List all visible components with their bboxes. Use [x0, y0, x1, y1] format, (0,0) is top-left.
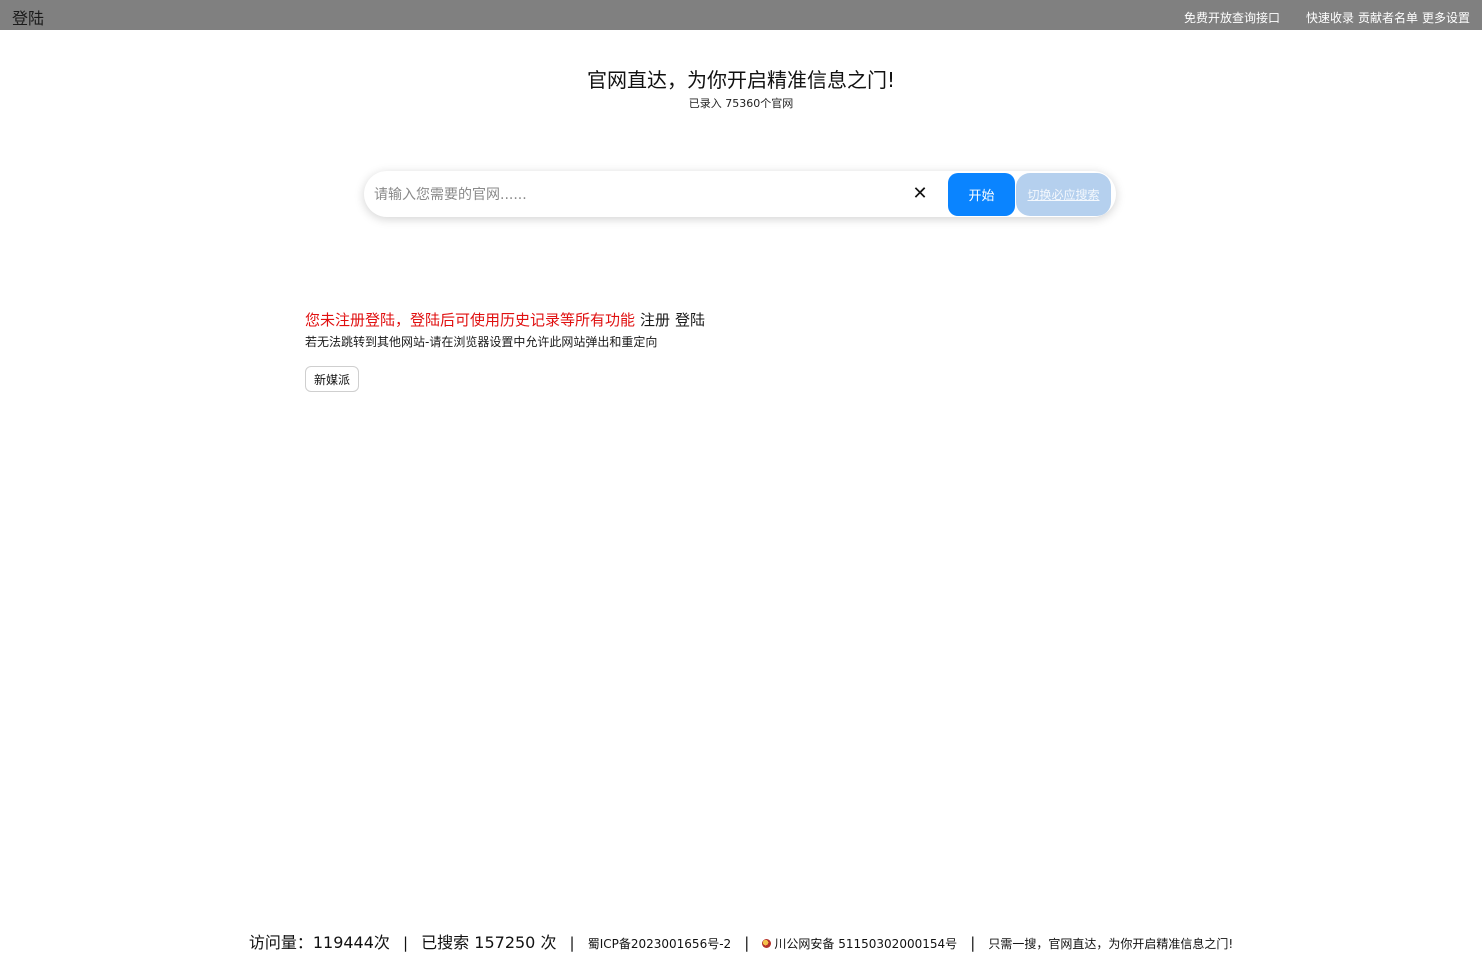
login-notice: 您未注册登陆，登陆后可使用历史记录等所有功能 注册 登陆	[305, 309, 705, 330]
search-bar: ✕ 开始 切换必应搜索	[364, 171, 1116, 217]
site-count: 已录入 75360个官网	[688, 97, 794, 110]
police-badge-icon	[762, 939, 772, 948]
top-bar: 登陆 免费开放查询接口 快速收录 贡献者名单 更多设置	[0, 0, 1482, 30]
search-input[interactable]	[372, 179, 896, 211]
searched-count: 157250 次	[474, 933, 557, 952]
quick-submit-link[interactable]: 快速收录	[1306, 11, 1354, 25]
switch-bing-button[interactable]: 切换必应搜索	[1016, 173, 1111, 216]
redirect-hint: 若无法跳转到其他网站-请在浏览器设置中允许此网站弹出和重定向	[305, 335, 658, 349]
history-tag-button[interactable]: 新媒派	[305, 366, 360, 392]
footer-divider: |	[569, 934, 575, 952]
footer-divider: |	[970, 934, 976, 952]
footer-divider: |	[744, 934, 750, 952]
notice-login-link[interactable]: 登陆	[675, 311, 705, 329]
login-warning: 您未注册登陆，登陆后可使用历史记录等所有功能	[305, 311, 636, 329]
register-link[interactable]: 注册	[640, 311, 670, 329]
page-title: 官网直达，为你开启精准信息之门!	[586, 68, 896, 92]
footer: 访问量：119444次 | 已搜索 157250 次 | 蜀ICP备202300…	[0, 929, 1482, 952]
start-button[interactable]: 开始	[948, 173, 1015, 216]
visits-label: 访问量：	[248, 933, 313, 952]
police-record-link[interactable]: 川公网安备 51150302000154号	[774, 937, 957, 951]
visits-count: 119444次	[312, 933, 390, 952]
login-link[interactable]: 登陆	[12, 5, 44, 29]
close-icon[interactable]: ✕	[910, 184, 930, 204]
footer-divider: |	[403, 934, 409, 952]
free-api-link[interactable]: 免费开放查询接口	[1184, 11, 1280, 25]
icp-link[interactable]: 蜀ICP备2023001656号-2	[588, 937, 731, 951]
more-settings-link[interactable]: 更多设置	[1422, 11, 1470, 25]
contributors-link[interactable]: 贡献者名单	[1358, 11, 1418, 25]
footer-slogan: 只需一搜，官网直达，为你开启精准信息之门!	[988, 937, 1234, 951]
top-links: 免费开放查询接口 快速收录 贡献者名单 更多设置	[1184, 9, 1470, 26]
searched-label: 已搜索	[421, 933, 470, 952]
